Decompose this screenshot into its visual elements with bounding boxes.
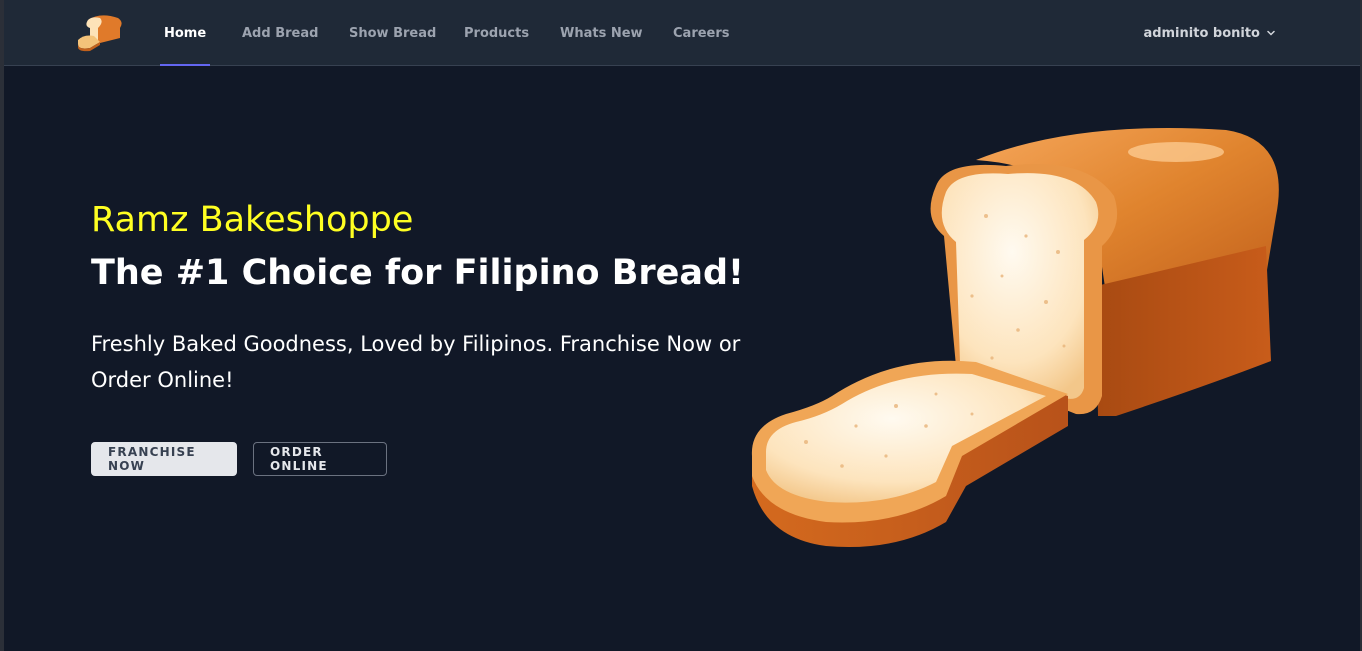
- brand-name: Ramz Bakeshoppe: [91, 200, 414, 240]
- app-frame: Home Add Bread Show Bread Products Whats…: [4, 0, 1360, 651]
- nav-products[interactable]: Products: [464, 0, 529, 66]
- hero-text: Ramz Bakeshoppe The #1 Choice for Filipi…: [91, 196, 751, 398]
- hero-headline: The #1 Choice for Filipino Bread!: [91, 253, 745, 293]
- bread-logo-icon[interactable]: [74, 14, 122, 52]
- franchise-now-button[interactable]: FRANCHISE NOW: [91, 442, 237, 476]
- nav-show-bread[interactable]: Show Bread: [349, 0, 436, 66]
- top-navbar: Home Add Bread Show Bread Products Whats…: [4, 0, 1360, 66]
- chevron-down-icon: [1267, 30, 1275, 36]
- hero-buttons: FRANCHISE NOW ORDER ONLINE: [91, 442, 387, 476]
- hero-tagline: Freshly Baked Goodness, Loved by Filipin…: [91, 332, 741, 392]
- nav-add-bread[interactable]: Add Bread: [242, 0, 318, 66]
- user-menu[interactable]: adminito bonito: [1143, 0, 1276, 66]
- nav-home[interactable]: Home: [159, 0, 211, 66]
- nav-whats-new[interactable]: Whats New: [560, 0, 643, 66]
- user-name: adminito bonito: [1143, 25, 1260, 41]
- order-online-button[interactable]: ORDER ONLINE: [253, 442, 387, 476]
- bread-loaf-illustration: [751, 128, 1279, 547]
- nav-careers[interactable]: Careers: [673, 0, 730, 66]
